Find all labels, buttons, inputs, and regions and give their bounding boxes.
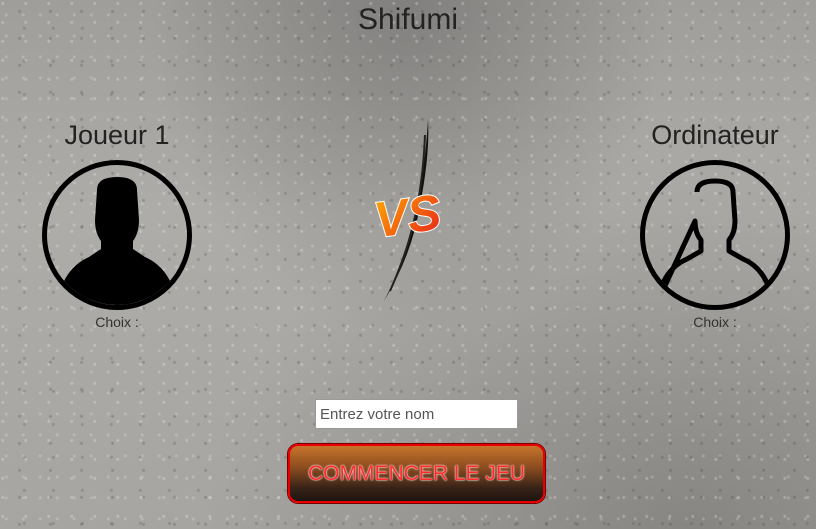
- player-avatar-icon: [42, 160, 192, 310]
- computer-avatar-icon: [640, 160, 790, 310]
- computer-panel: Ordinateur Choix :: [635, 120, 795, 330]
- start-game-button[interactable]: COMMENCER LE JEU: [288, 444, 545, 503]
- computer-choice-label: Choix :: [693, 314, 737, 330]
- name-input[interactable]: [315, 399, 518, 429]
- vs-text: VS: [371, 184, 445, 249]
- player-name: Joueur 1: [64, 120, 170, 150]
- player-choice-label: Choix :: [95, 314, 139, 330]
- vs-logo: VS: [370, 119, 445, 301]
- computer-name: Ordinateur: [651, 120, 779, 150]
- page-title: Shifumi: [357, 3, 459, 36]
- player-panel: Joueur 1 Choix :: [37, 120, 197, 330]
